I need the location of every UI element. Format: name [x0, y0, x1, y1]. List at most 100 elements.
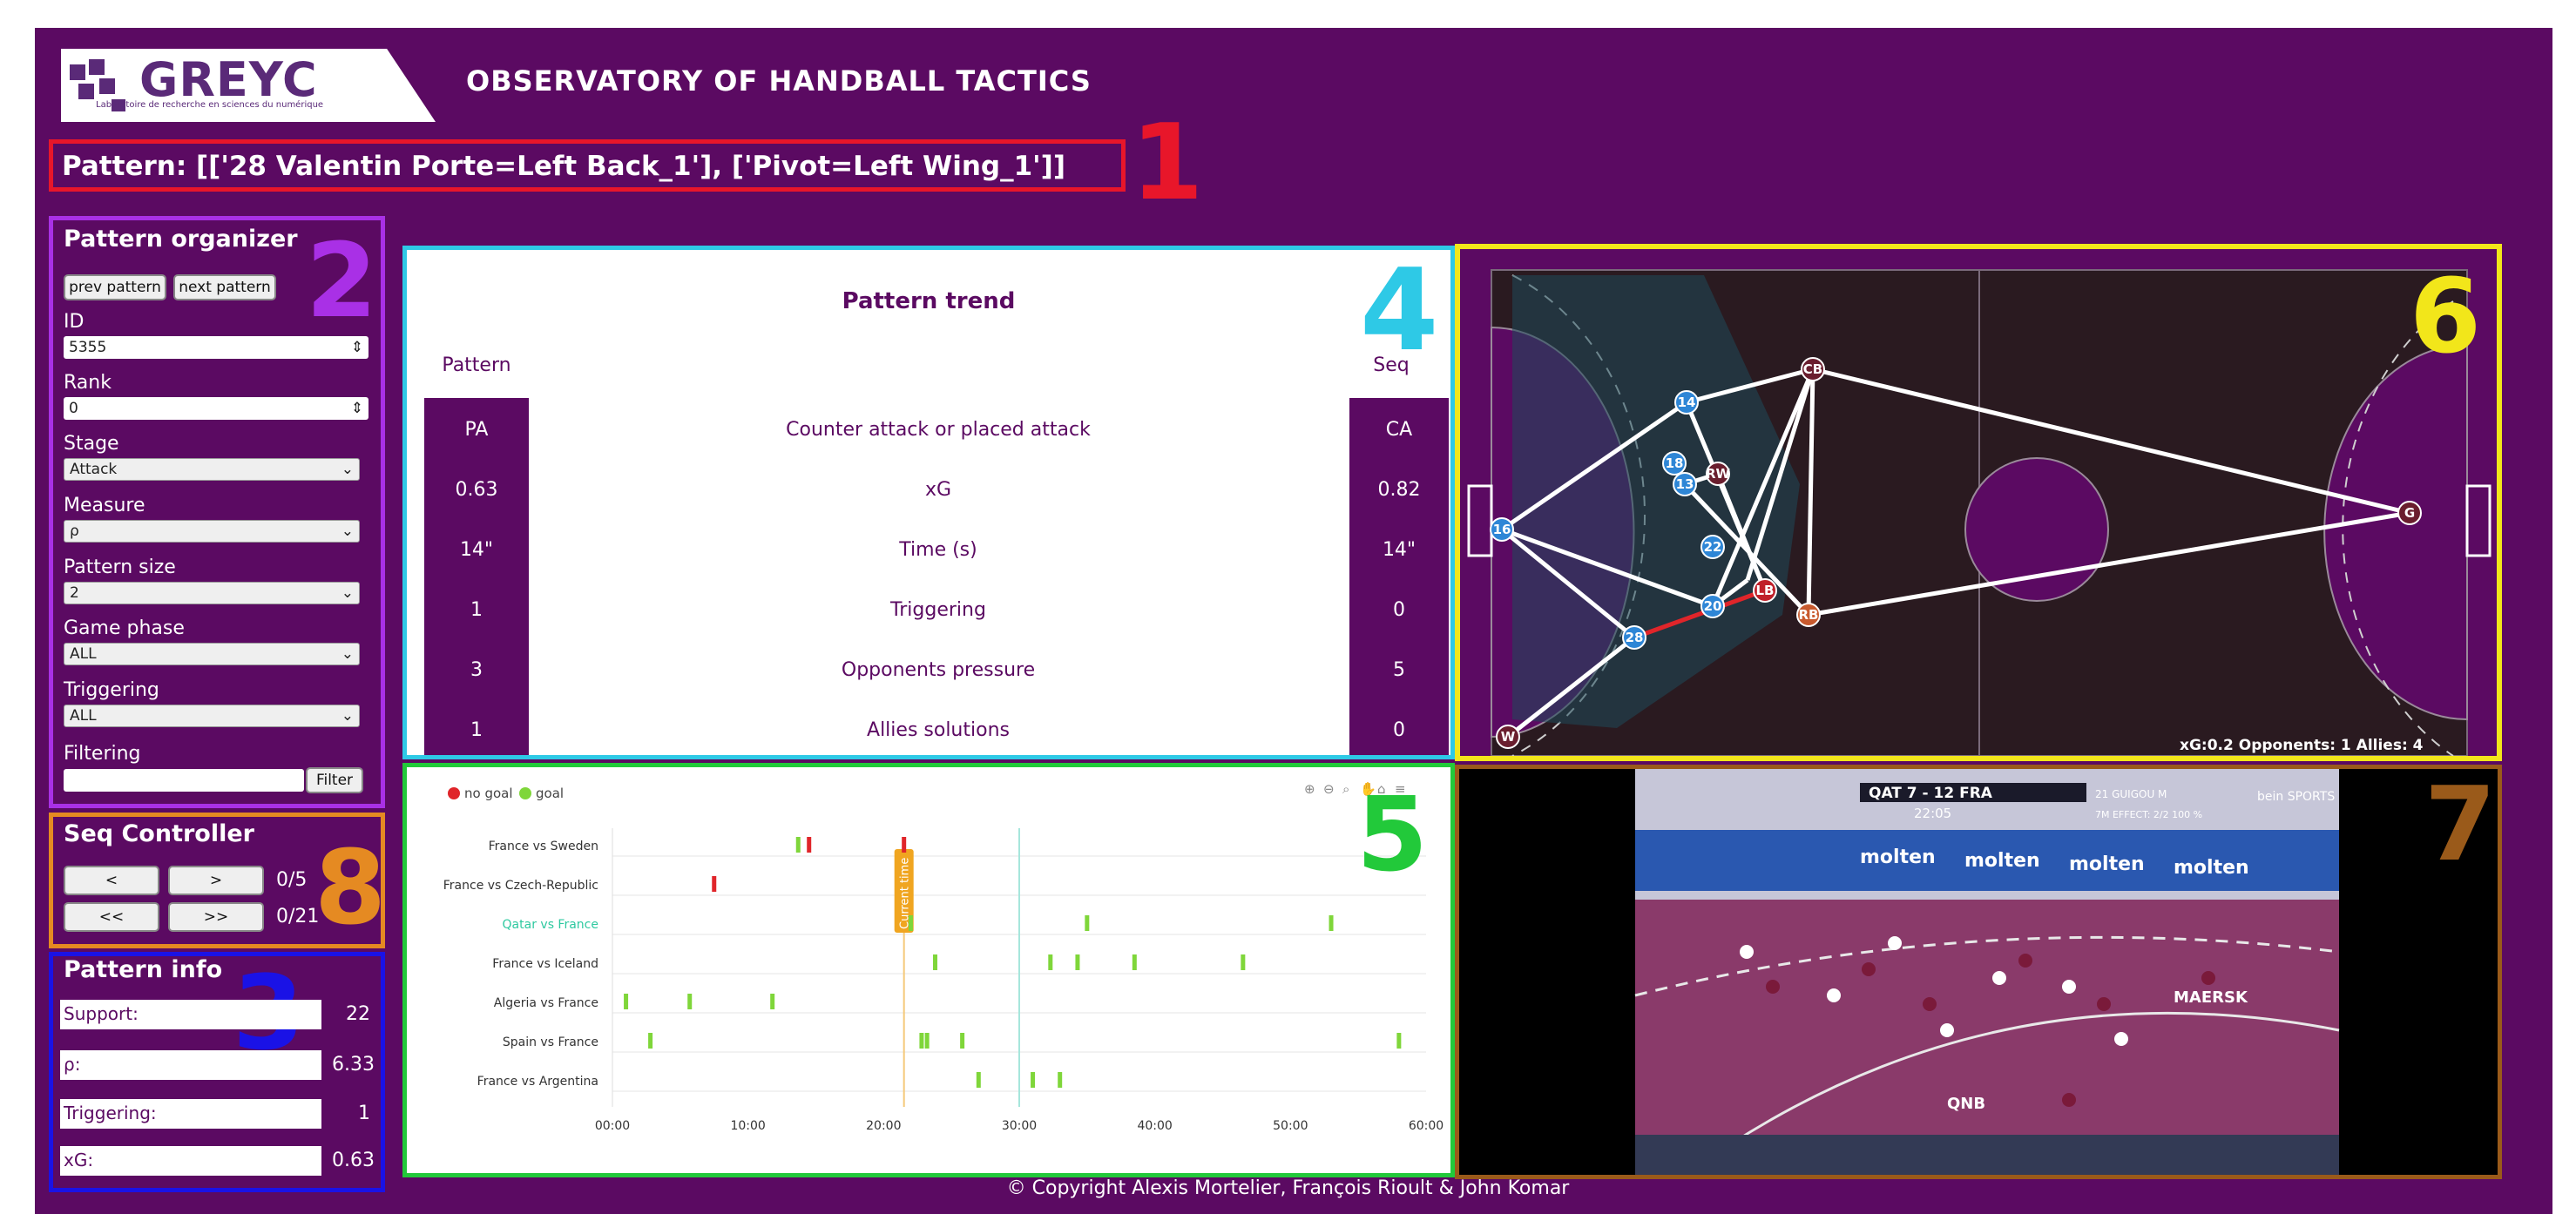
opponent-label: G [2404, 505, 2415, 521]
no-goal-event-mark[interactable] [712, 876, 717, 892]
goal-event-mark[interactable] [1075, 954, 1080, 970]
last-seq-button[interactable]: >> [168, 902, 264, 932]
goal-event-mark[interactable] [932, 954, 937, 970]
timeline-game-label[interactable]: France vs Czech-Republic [443, 879, 598, 893]
goal-event-mark[interactable] [1058, 1072, 1063, 1088]
arena-ad-maersk: MAERSK [2174, 988, 2248, 1007]
triggering-field: Triggering: [60, 1099, 321, 1129]
trend-left-value: 0.63 [455, 479, 498, 501]
triggering-select[interactable]: ALL ⌄ [64, 705, 360, 727]
goal-event-mark[interactable] [960, 1033, 965, 1049]
rank-input[interactable]: 0 ⇕ [64, 397, 368, 420]
trend-title: Pattern trend [842, 288, 1016, 314]
goal-event-mark[interactable] [924, 1033, 930, 1049]
pattern-size-select[interactable]: 2 ⌄ [64, 582, 360, 604]
seq-controller: Seq Controller < > 0/5 << >> 0/21 8 [49, 813, 386, 948]
prev-pattern-button[interactable]: prev pattern [64, 274, 166, 300]
no-goal-event-mark[interactable] [902, 837, 907, 853]
rank-label: Rank [64, 372, 112, 394]
goal-event-mark[interactable] [976, 1072, 981, 1088]
seq-column: CA 0.82 14" 0 5 0 [1349, 398, 1449, 755]
trend-right-value: 0 [1393, 599, 1405, 621]
xg-value: 0.63 [332, 1150, 375, 1171]
first-seq-button[interactable]: << [64, 902, 159, 932]
timeline-game-label[interactable]: Spain vs France [503, 1035, 598, 1049]
goal-event-mark[interactable] [770, 994, 775, 1009]
timeline-game-label[interactable]: France vs Iceland [492, 957, 598, 971]
timeline-x-tick: 20:00 [866, 1119, 901, 1133]
arena-ad: molten [2069, 853, 2145, 875]
current-pattern: Pattern: [['28 Valentin Porte=Left Back_… [49, 139, 1126, 192]
zoom-in-icon[interactable]: ⊕ [1304, 781, 1315, 797]
filter-button[interactable]: Filter [306, 767, 363, 793]
next-seq-button[interactable]: > [168, 866, 264, 895]
timeline-game-label[interactable]: France vs Argentina [477, 1075, 598, 1089]
triggering-info-value: 1 [358, 1103, 370, 1124]
legend-goal[interactable]: goal [536, 786, 564, 801]
goal-event-mark[interactable] [1329, 915, 1334, 931]
id-input[interactable]: 5355 ⇕ [64, 336, 368, 359]
goal-event-mark[interactable] [908, 915, 913, 931]
prev-seq-button[interactable]: < [64, 866, 159, 895]
goal-event-mark[interactable] [648, 1033, 653, 1049]
ally-label: 13 [1676, 476, 1694, 492]
marker-2: 2 [306, 220, 378, 341]
trend-right-header: Seq [1373, 354, 1410, 376]
trend-row-label: Allies solutions [867, 719, 1010, 741]
filtering-input[interactable] [64, 769, 304, 792]
legend-no-goal[interactable]: no goal [464, 786, 513, 801]
timeline-x-tick: 40:00 [1137, 1119, 1172, 1133]
court-status: xG:0.2 Opponents: 1 Allies: 4 [2180, 737, 2424, 754]
goal-event-mark[interactable] [795, 837, 801, 853]
info-title: Pattern info [64, 956, 223, 983]
goal-event-mark[interactable] [919, 1033, 924, 1049]
trend-row-label: Opponents pressure [841, 659, 1036, 681]
match-video[interactable]: QAT 7 - 12 FRA 22:05 21 GUIGOU M 7M EFFE… [1455, 765, 2502, 1179]
arena-ad-qnb: QNB [1947, 1095, 1985, 1113]
next-pattern-button[interactable]: next pattern [173, 274, 276, 300]
arena-ad: molten [1860, 846, 1936, 868]
magnify-icon[interactable]: ⌕ [1342, 781, 1349, 797]
zoom-out-icon[interactable]: ⊖ [1323, 781, 1335, 797]
court-diagram: 14 18 13 16 22 20 28 CB RW LB G W RB [1467, 269, 2491, 756]
sequence-timeline: no goal goal ⊕ ⊖ ⌕ ✋ ⌂ ≡ Current time Fr… [402, 763, 1455, 1177]
triggering-value: ALL [70, 707, 97, 725]
timeline-game-label[interactable]: Qatar vs France [503, 918, 598, 932]
video-score: QAT 7 - 12 FRA [1869, 785, 1993, 802]
no-goal-event-mark[interactable] [807, 837, 812, 853]
ally-label: 16 [1493, 522, 1511, 537]
measure-select[interactable]: ρ ⌄ [64, 520, 360, 543]
marker-5: 5 [1356, 774, 1429, 894]
goal-event-mark[interactable] [687, 994, 693, 1009]
timeline-game-label[interactable]: France vs Sweden [489, 840, 598, 853]
chevron-down-icon: ⌄ [341, 461, 354, 478]
goal-event-mark[interactable] [624, 994, 629, 1009]
opponent-label: RB [1799, 607, 1819, 623]
spinner-icon[interactable]: ⇕ [351, 400, 363, 417]
copyright: © Copyright Alexis Mortelier, François R… [1006, 1177, 1570, 1199]
ally-label: 22 [1704, 539, 1722, 555]
timeline-game-label[interactable]: Algeria vs France [494, 996, 598, 1010]
marker-1: 1 [1131, 103, 1204, 224]
trend-left-value: 14" [459, 539, 494, 561]
trend-row-label: Triggering [890, 599, 986, 621]
trend-left-header: Pattern [442, 354, 511, 376]
seq-counter-pattern: 0/5 [276, 869, 308, 891]
filtering-label: Filtering [64, 743, 141, 765]
goal-event-mark[interactable] [1132, 954, 1137, 970]
spinner-icon[interactable]: ⇕ [351, 339, 363, 356]
game-phase-value: ALL [70, 645, 97, 663]
goal-event-mark[interactable] [1241, 954, 1246, 970]
goal-event-mark[interactable] [1085, 915, 1090, 931]
broadcaster-logo: bein SPORTS [2257, 790, 2335, 804]
stage-select[interactable]: Attack ⌄ [64, 458, 360, 481]
goal-event-mark[interactable] [1396, 1033, 1402, 1049]
court-view: 14 18 13 16 22 20 28 CB RW LB G W RB xG:… [1455, 244, 2502, 761]
game-phase-select[interactable]: ALL ⌄ [64, 643, 360, 665]
trend-left-value: 1 [470, 599, 483, 621]
trend-row-label: Time (s) [899, 539, 977, 561]
trend-right-value: 14" [1382, 539, 1416, 561]
trend-right-value: 0.82 [1377, 479, 1421, 501]
goal-event-mark[interactable] [1031, 1072, 1036, 1088]
goal-event-mark[interactable] [1048, 954, 1053, 970]
